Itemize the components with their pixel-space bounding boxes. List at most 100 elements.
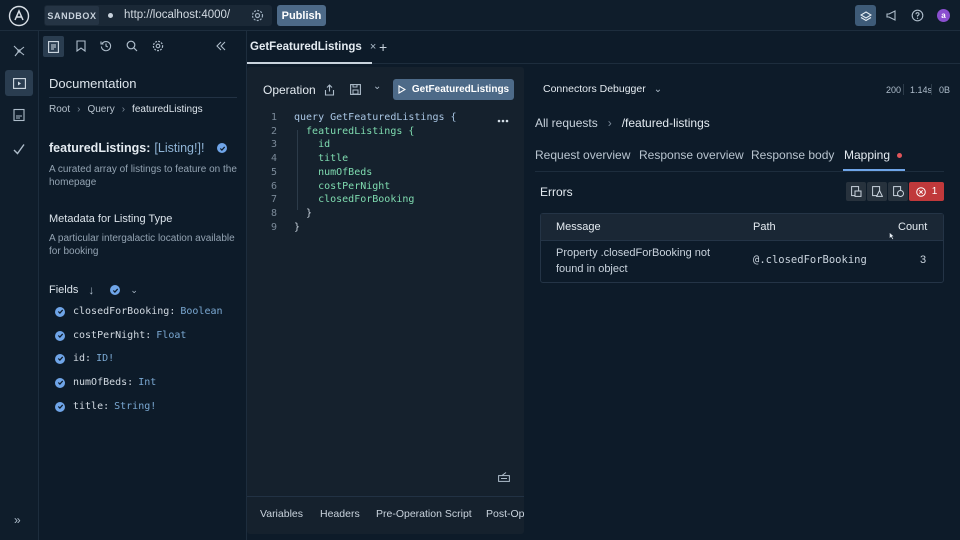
breadcrumb: Root › Query › featuredListings (49, 104, 203, 115)
checkmark-icon[interactable] (12, 142, 26, 156)
debugger-tab-divider (535, 171, 944, 172)
field-item[interactable]: numOfBeds: Int (55, 377, 156, 388)
code-text: query GetFeaturedListings { (294, 112, 457, 123)
add-tab-icon[interactable]: + (379, 39, 387, 55)
tab-mapping[interactable]: Mapping (844, 148, 890, 162)
avatar-initial: a (941, 11, 946, 20)
field-item-type[interactable]: Int (138, 377, 156, 388)
code-line: 9} (257, 221, 457, 235)
metadata-description: A particular intergalactic location avai… (49, 233, 235, 257)
help-icon[interactable] (911, 9, 924, 22)
sort-arrow-icon[interactable]: ↓ (88, 283, 94, 297)
field-type[interactable]: [Listing!]! (154, 141, 204, 155)
field-check-icon[interactable] (55, 401, 65, 412)
expand-rail-icon[interactable]: » (14, 513, 21, 527)
operation-label: Operation (263, 83, 316, 97)
error-count-badge[interactable]: 1 (909, 182, 944, 201)
chevron-down-icon[interactable]: ⌄ (130, 285, 138, 296)
field-item-type[interactable]: ID! (96, 353, 114, 364)
tab-headers[interactable]: Headers (320, 508, 360, 520)
publish-button[interactable]: Publish (277, 5, 326, 26)
field-check-icon[interactable] (55, 353, 65, 364)
warning-filter-icon[interactable] (867, 182, 887, 201)
selected-check-icon[interactable] (217, 143, 228, 153)
layers-icon[interactable] (855, 5, 876, 26)
explorer-icon[interactable] (5, 70, 33, 96)
tab-variables[interactable]: Variables (260, 508, 303, 520)
code-line: 5 numOfBeds (257, 166, 457, 180)
code-line: 2 featuredListings { (257, 125, 457, 139)
line-number: 4 (270, 153, 277, 165)
errors-title: Errors (540, 185, 573, 199)
select-all-check-icon[interactable] (110, 285, 121, 295)
tab-request-overview[interactable]: Request overview (535, 148, 630, 162)
line-number: 9 (270, 221, 277, 233)
field-item-name: title: (73, 401, 110, 412)
megaphone-icon[interactable] (885, 9, 898, 22)
field-item-type[interactable]: Boolean (180, 306, 222, 317)
close-tab-icon[interactable]: × (370, 41, 376, 53)
response-status: 200 (886, 85, 902, 95)
tab-response-overview[interactable]: Response overview (639, 148, 744, 162)
mapping-alert-dot (897, 153, 902, 158)
field-check-icon[interactable] (55, 330, 65, 341)
tab-get-featured-listings[interactable]: GetFeaturedListings × (247, 31, 376, 64)
breadcrumb-query[interactable]: Query (87, 104, 114, 115)
status-divider (931, 84, 932, 95)
settings-gear-icon[interactable] (251, 9, 264, 22)
sandbox-label: SANDBOX (47, 10, 97, 21)
code-line: 8 } (257, 207, 457, 221)
copy-errors-icon[interactable] (846, 182, 866, 201)
save-icon[interactable] (350, 84, 361, 95)
info-filter-icon[interactable] (888, 182, 908, 201)
code-line: 6 costPerNight (257, 180, 457, 194)
user-avatar[interactable]: a (937, 9, 950, 22)
field-check-icon[interactable] (55, 306, 65, 317)
search-icon[interactable] (126, 40, 138, 52)
request-path: /featured-listings (621, 116, 710, 130)
errors-table: Message Path Count Property .closedForBo… (540, 213, 944, 283)
prettify-icon[interactable] (498, 472, 510, 482)
field-item-type[interactable]: Float (156, 330, 186, 341)
run-operation-button[interactable]: GetFeaturedListings (393, 79, 514, 100)
field-item[interactable]: closedForBooking: Boolean (55, 306, 223, 317)
docs-settings-gear-icon[interactable] (152, 40, 164, 52)
breadcrumb-root[interactable]: Root (49, 104, 70, 115)
column-header-message: Message (556, 221, 601, 233)
code-line: 7 closedForBooking (257, 193, 457, 207)
endpoint-url[interactable]: http://localhost:4000/ (124, 9, 230, 21)
error-row-count: 3 (920, 254, 927, 266)
field-item-type[interactable]: String! (114, 401, 156, 412)
debugger-title[interactable]: Connectors Debugger ⌄ (543, 83, 662, 95)
field-check-icon[interactable] (55, 377, 65, 388)
bookmark-icon[interactable] (75, 40, 86, 52)
docs-icon[interactable] (43, 36, 64, 57)
save-options-chevron-icon[interactable]: ⌄ (373, 81, 381, 92)
more-options-icon[interactable] (497, 118, 509, 124)
error-x-icon (915, 186, 926, 197)
field-item[interactable]: costPerNight: Float (55, 330, 186, 341)
history-icon[interactable] (100, 40, 112, 52)
operations-area: GetFeaturedListings × + Operation ⌄ GetF… (247, 31, 960, 540)
tab-post-operation-script[interactable]: Post-Ope (486, 508, 524, 520)
tab-pre-operation-script[interactable]: Pre-Operation Script (376, 508, 472, 520)
field-item[interactable]: id: ID! (55, 353, 114, 364)
apollo-logo-icon[interactable] (8, 5, 30, 27)
table-row[interactable]: Property .closedForBooking not found in … (541, 242, 943, 282)
schema-graph-icon[interactable] (12, 44, 26, 58)
error-message: Property .closedForBooking not found in … (556, 247, 711, 275)
code-editor[interactable]: 1 query GetFeaturedListings { 2 featuredL… (257, 111, 457, 234)
field-description: A curated array of listings to feature o… (49, 164, 237, 188)
chevron-down-icon: ⌄ (653, 83, 663, 95)
line-number: 3 (270, 139, 277, 151)
tab-response-body[interactable]: Response body (751, 148, 834, 162)
operation-bottom-divider (247, 496, 524, 497)
all-requests-link[interactable]: All requests (535, 116, 598, 130)
response-time: 1.14s (910, 85, 933, 95)
checks-icon[interactable] (12, 108, 26, 122)
response-size: 0B (939, 85, 951, 95)
collapse-panel-icon[interactable] (215, 41, 227, 51)
field-item[interactable]: title: String! (55, 401, 156, 412)
share-icon[interactable] (324, 84, 335, 96)
fields-header: Fields ↓ ⌄ (49, 283, 138, 297)
